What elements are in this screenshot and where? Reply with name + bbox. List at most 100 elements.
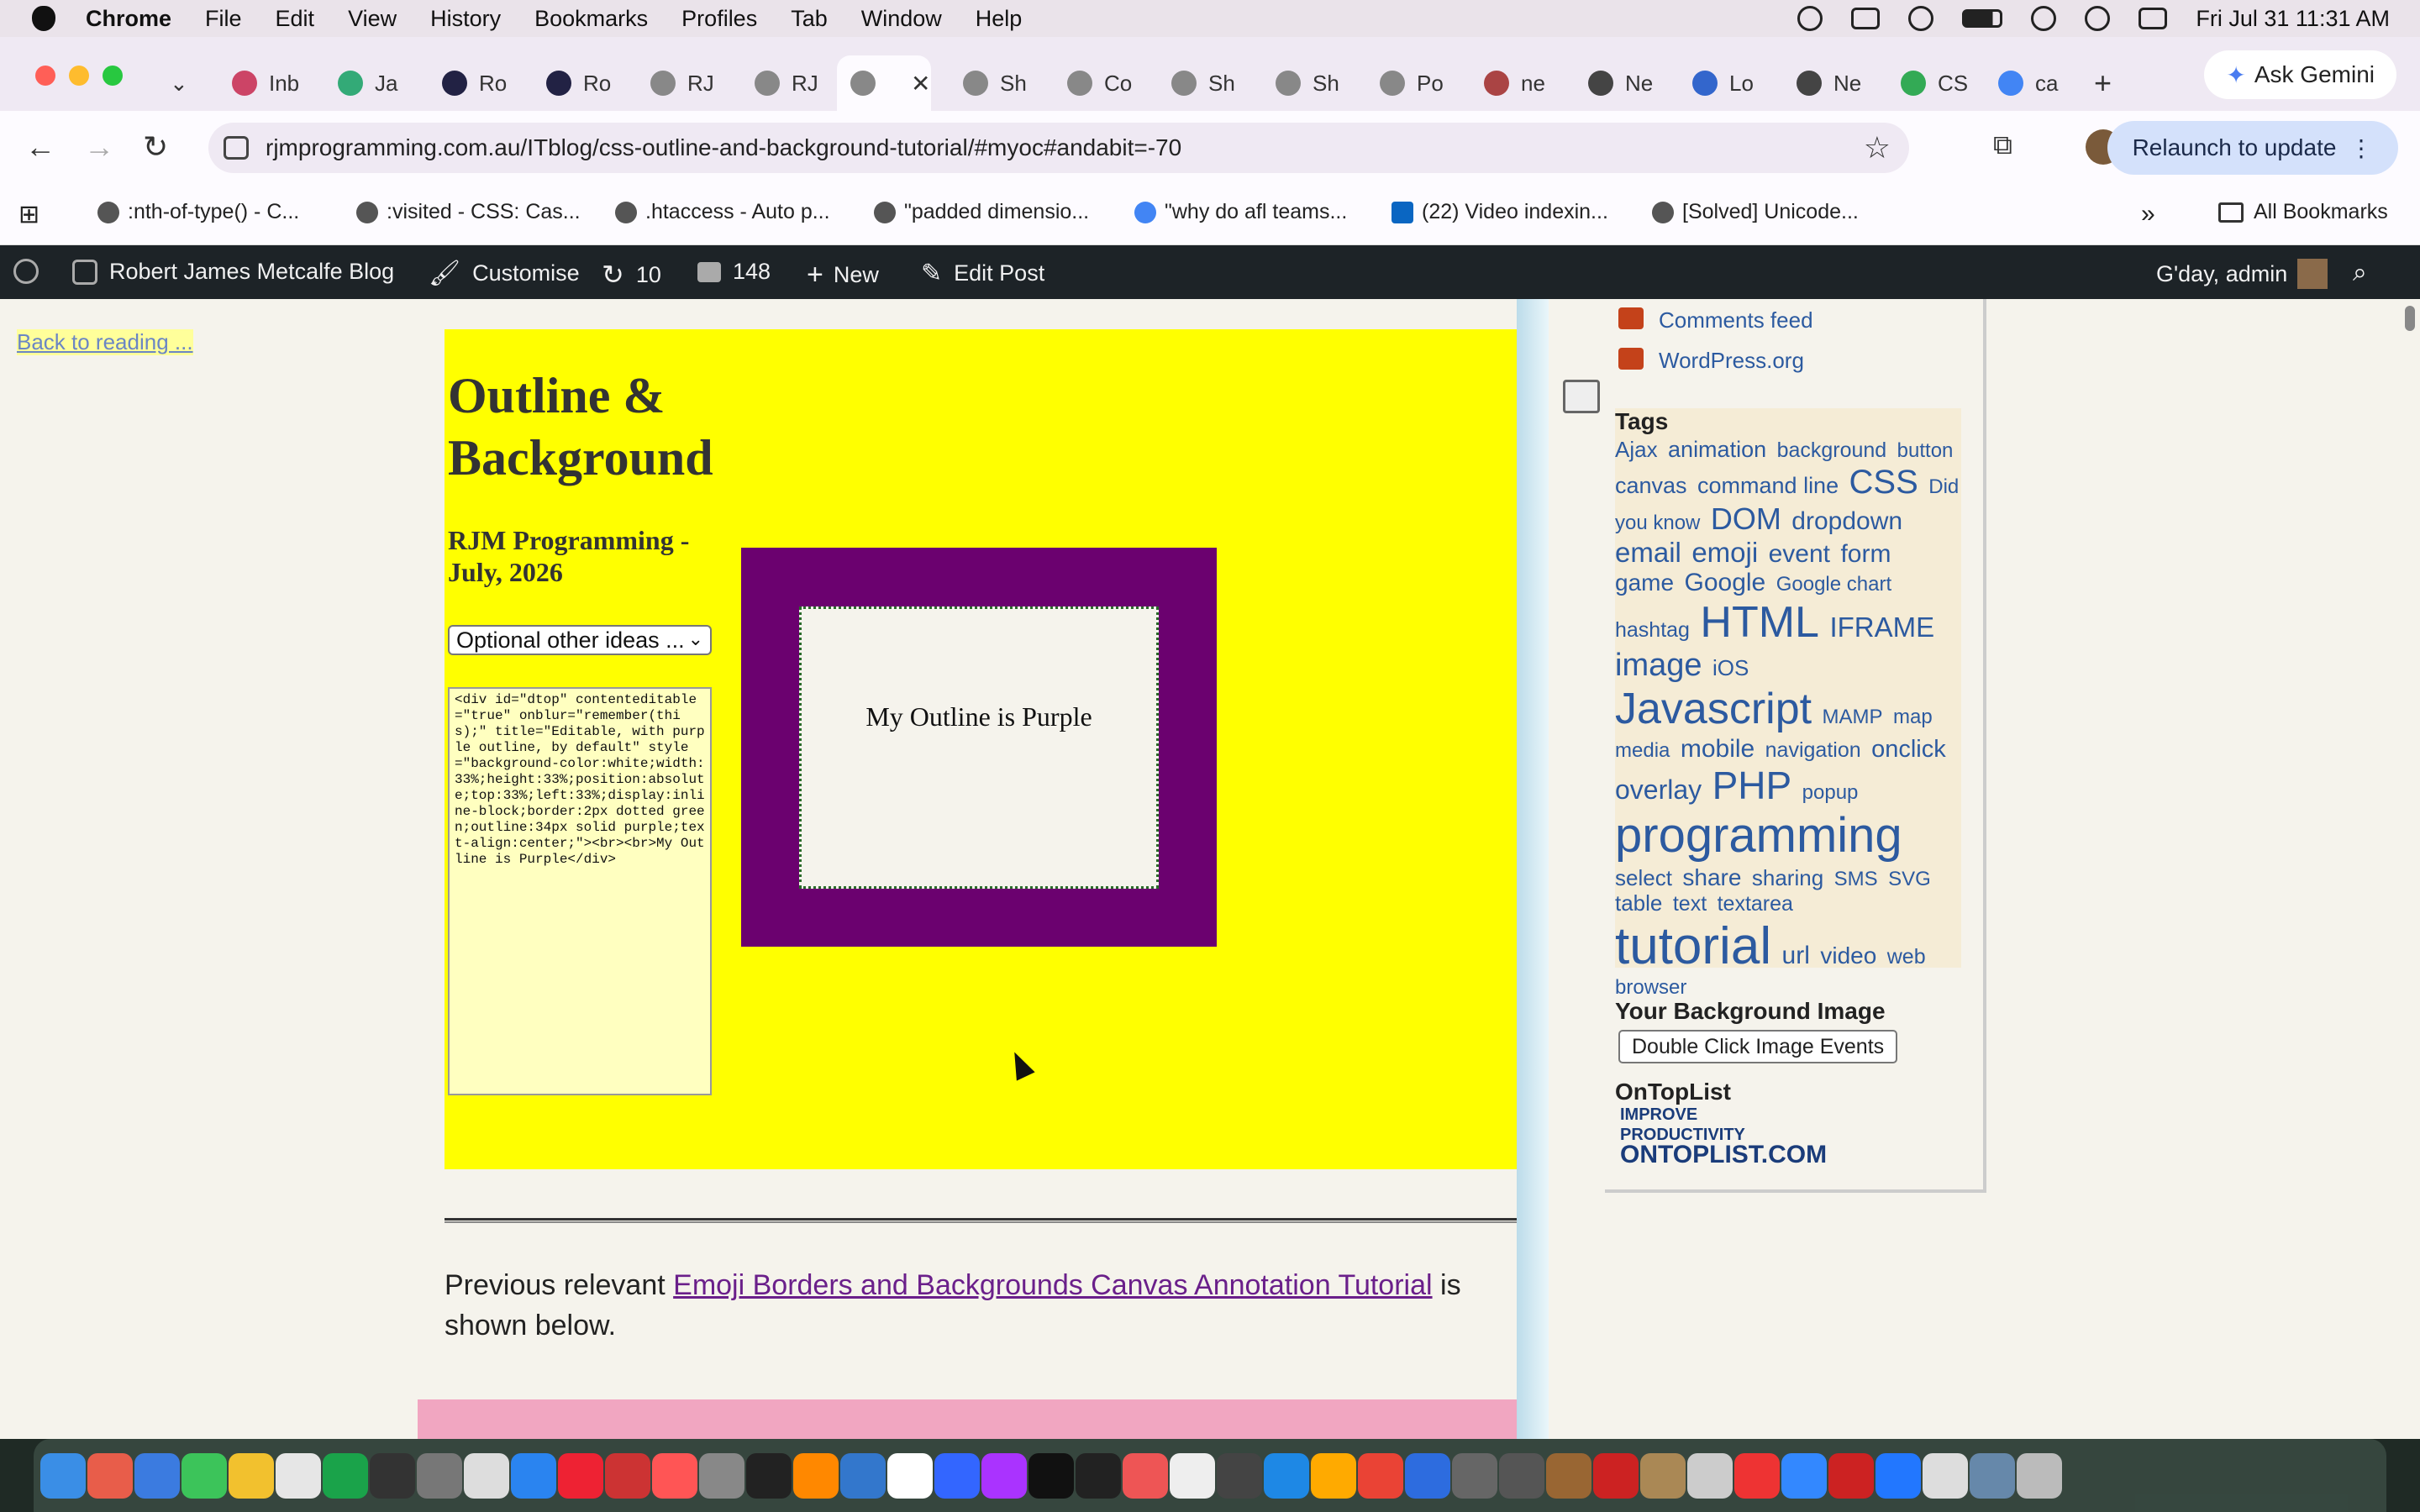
apple-icon[interactable] bbox=[32, 6, 55, 31]
code-textarea[interactable]: <div id="dtop" contenteditable="true" on… bbox=[448, 687, 712, 1095]
double-click-image-events-button[interactable]: Double Click Image Events bbox=[1618, 1030, 1898, 1063]
wp-edit-post[interactable]: ✎ Edit Post bbox=[921, 259, 1044, 288]
tag-link[interactable]: tutorial bbox=[1615, 917, 1771, 975]
tag-link[interactable]: SMS bbox=[1834, 868, 1878, 890]
dock-app-icon[interactable] bbox=[746, 1452, 792, 1499]
wp-updates[interactable]: ↻ 10 bbox=[602, 259, 661, 291]
minimize-window-icon[interactable] bbox=[69, 66, 89, 86]
dock-app-icon[interactable] bbox=[1546, 1452, 1591, 1499]
dock-app-icon[interactable] bbox=[464, 1452, 509, 1499]
dock-app-icon[interactable] bbox=[1028, 1452, 1074, 1499]
wp-site-name[interactable]: Robert James Metcalfe Blog bbox=[72, 259, 394, 285]
tag-link[interactable]: onclick bbox=[1871, 736, 1946, 763]
tag-link[interactable]: media bbox=[1615, 739, 1670, 762]
dock-app-icon[interactable] bbox=[511, 1452, 556, 1499]
dock-app-icon[interactable] bbox=[1311, 1452, 1356, 1499]
bookmark-5[interactable]: (22) Video indexin... bbox=[1392, 200, 1608, 224]
tag-link[interactable]: dropdown bbox=[1791, 507, 1902, 535]
tag-link[interactable]: text bbox=[1673, 892, 1707, 916]
tag-link[interactable]: animation bbox=[1668, 437, 1766, 462]
tab-10[interactable]: Sh bbox=[1262, 55, 1339, 111]
relaunch-to-update-button[interactable]: Relaunch to update ⋮ bbox=[2107, 121, 2398, 175]
menu-profiles[interactable]: Profiles bbox=[681, 6, 757, 32]
dock-app-icon[interactable] bbox=[417, 1452, 462, 1499]
tag-link[interactable]: MAMP bbox=[1823, 706, 1883, 728]
dock-app-icon[interactable] bbox=[1123, 1452, 1168, 1499]
extensions-icon[interactable]: ⧉ bbox=[1993, 129, 2012, 161]
wp-account[interactable]: G'day, admin bbox=[2156, 259, 2328, 289]
tag-link[interactable]: browser bbox=[1615, 976, 1686, 999]
tab-1[interactable]: Ja bbox=[324, 55, 397, 111]
tag-link[interactable]: game bbox=[1615, 570, 1674, 596]
close-window-icon[interactable] bbox=[35, 66, 55, 86]
tab-9[interactable]: Sh bbox=[1158, 55, 1235, 111]
dock-app-icon[interactable] bbox=[1781, 1452, 1827, 1499]
tag-link[interactable]: web bbox=[1887, 945, 1926, 969]
dock-app-icon[interactable] bbox=[840, 1452, 886, 1499]
bookmark-0[interactable]: :nth-of-type() - C... bbox=[97, 200, 299, 224]
user-status-icon[interactable] bbox=[1797, 6, 1823, 31]
menu-history[interactable]: History bbox=[430, 6, 501, 32]
dock-app-icon[interactable] bbox=[1734, 1452, 1780, 1499]
tag-link[interactable]: map bbox=[1893, 706, 1933, 728]
all-bookmarks[interactable]: All Bookmarks bbox=[2218, 200, 2388, 224]
dock-app-icon[interactable] bbox=[1687, 1452, 1733, 1499]
tag-link[interactable]: canvas bbox=[1615, 473, 1687, 498]
tab-17[interactable]: ca bbox=[1985, 55, 2058, 111]
tag-link[interactable]: navigation bbox=[1765, 738, 1861, 762]
spotlight-search-icon[interactable] bbox=[2085, 6, 2111, 31]
tab-7[interactable]: Sh bbox=[950, 55, 1027, 111]
dock-app-icon[interactable] bbox=[887, 1452, 933, 1499]
menu-window[interactable]: Window bbox=[861, 6, 942, 32]
dock-app-icon[interactable] bbox=[934, 1452, 980, 1499]
dock-app-icon[interactable] bbox=[1217, 1452, 1262, 1499]
bookmark-star-icon[interactable]: ☆ bbox=[1864, 130, 1891, 165]
tag-link[interactable]: Google chart bbox=[1776, 573, 1891, 596]
bookmark-4[interactable]: "why do afl teams... bbox=[1134, 200, 1347, 224]
tag-link[interactable]: IFRAME bbox=[1829, 612, 1934, 643]
dock-app-icon[interactable] bbox=[40, 1452, 86, 1499]
tab-3[interactable]: Ro bbox=[533, 55, 611, 111]
tab-2[interactable]: Ro bbox=[429, 55, 507, 111]
tag-link[interactable]: background bbox=[1777, 438, 1887, 462]
close-tab-icon[interactable]: ✕ bbox=[911, 70, 930, 97]
comments-feed-link[interactable]: Comments feed bbox=[1659, 307, 1813, 333]
apps-grid-icon[interactable]: ⊞ bbox=[18, 200, 39, 229]
dock-app-icon[interactable] bbox=[134, 1452, 180, 1499]
tag-link[interactable]: programming bbox=[1615, 808, 1902, 863]
notepad-icon[interactable] bbox=[1563, 380, 1600, 413]
tag-link[interactable]: DOM bbox=[1711, 501, 1781, 536]
tag-link[interactable]: emoji bbox=[1691, 537, 1758, 568]
tag-link[interactable]: hashtag bbox=[1615, 618, 1690, 642]
new-tab-icon[interactable]: + bbox=[2081, 55, 2112, 111]
tab-8[interactable]: Co bbox=[1054, 55, 1132, 111]
dock-app-icon[interactable] bbox=[558, 1452, 603, 1499]
bookmark-2[interactable]: .htaccess - Auto p... bbox=[615, 200, 830, 224]
wp-customise[interactable]: 🖌 Customise bbox=[429, 259, 580, 288]
editable-outline-div[interactable]: My Outline is Purple bbox=[799, 606, 1159, 889]
dock-app-icon[interactable] bbox=[323, 1452, 368, 1499]
tab-14[interactable]: Lo bbox=[1679, 55, 1754, 111]
maximize-window-icon[interactable] bbox=[103, 66, 123, 86]
previous-tutorial-link[interactable]: Emoji Borders and Backgrounds Canvas Ann… bbox=[673, 1269, 1432, 1301]
tag-link[interactable]: sharing bbox=[1752, 865, 1823, 890]
dock-app-icon[interactable] bbox=[793, 1452, 839, 1499]
tag-link[interactable]: Google bbox=[1685, 569, 1766, 596]
tab-search-icon[interactable]: ⌄ bbox=[156, 55, 198, 111]
dock-app-icon[interactable] bbox=[1593, 1452, 1639, 1499]
tag-link[interactable]: overlay bbox=[1615, 774, 1702, 805]
tab-5[interactable]: RJ bbox=[741, 55, 818, 111]
address-bar[interactable]: rjmprogramming.com.au/ITblog/css-outline… bbox=[208, 123, 1909, 173]
tag-link[interactable]: form bbox=[1840, 540, 1891, 568]
tag-link[interactable]: Javascript bbox=[1615, 685, 1812, 733]
tag-link[interactable]: share bbox=[1682, 864, 1741, 890]
tag-link[interactable]: select bbox=[1615, 865, 1672, 890]
tag-link[interactable]: url bbox=[1782, 942, 1810, 969]
dock-app-icon[interactable] bbox=[1170, 1452, 1215, 1499]
tag-link[interactable]: mobile bbox=[1681, 735, 1754, 763]
dock-app-icon[interactable] bbox=[605, 1452, 650, 1499]
tag-link[interactable]: HTML bbox=[1700, 598, 1819, 647]
more-bookmarks-icon[interactable]: » bbox=[2141, 200, 2155, 228]
dock-app-icon[interactable] bbox=[2017, 1452, 2062, 1499]
tab-active[interactable]: ✕ bbox=[837, 55, 931, 111]
